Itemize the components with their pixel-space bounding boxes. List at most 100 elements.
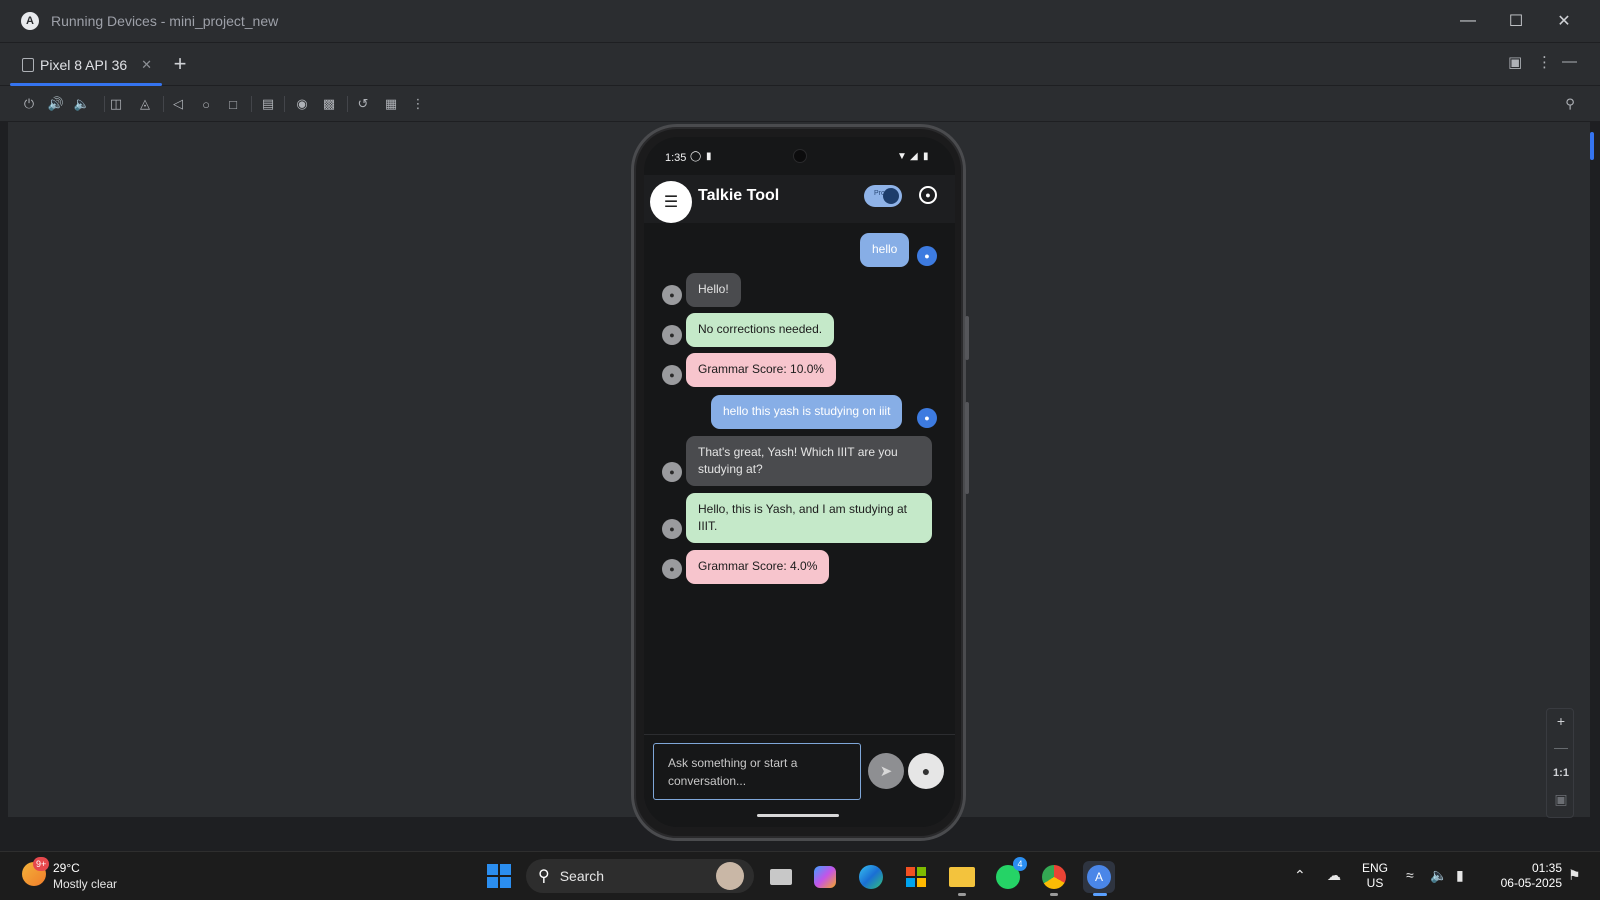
lang-top: ENG bbox=[1362, 861, 1389, 875]
taskbar-search[interactable]: ⚲ Search bbox=[526, 859, 754, 893]
clock-time: 01:35 bbox=[1531, 861, 1562, 875]
tab-label: Pixel 8 API 36 bbox=[40, 56, 128, 73]
hide-panel-icon[interactable]: — bbox=[1562, 53, 1577, 70]
wifi-icon[interactable]: ≈ bbox=[1406, 867, 1414, 883]
search-highlight-image bbox=[716, 862, 744, 890]
message-input[interactable]: Ask something or start a conversation... bbox=[653, 743, 861, 800]
signal-icon: ◢ bbox=[910, 151, 918, 162]
tab-pixel-8[interactable]: Pixel 8 API 36 ✕ bbox=[10, 43, 162, 86]
sim-icon: ▮ bbox=[706, 151, 712, 162]
lang-bottom: US bbox=[1366, 876, 1384, 890]
show-hidden-icons-icon[interactable]: ⌃ bbox=[1294, 867, 1306, 884]
correction-message: Hello, this is Yash, and I am studying a… bbox=[686, 493, 932, 543]
whatsapp-icon[interactable]: 4 bbox=[992, 857, 1027, 893]
zoom-out-icon[interactable]: — bbox=[1547, 735, 1575, 759]
file-explorer-icon[interactable] bbox=[946, 861, 978, 896]
menu-button[interactable]: ☰ bbox=[650, 181, 692, 223]
message-text: Grammar Score: 10.0% bbox=[698, 362, 825, 376]
message-text: No corrections needed. bbox=[698, 322, 823, 336]
zoom-in-icon[interactable]: + bbox=[1547, 709, 1575, 733]
window-title: Running Devices - mini_project_new bbox=[51, 13, 279, 29]
weather-desc[interactable]: Mostly clear bbox=[53, 877, 117, 891]
clock-date: 06-05-2025 bbox=[1500, 876, 1562, 890]
user-message: hello bbox=[860, 233, 910, 267]
bot-avatar-icon: ● bbox=[662, 462, 682, 482]
overview-icon[interactable]: □ bbox=[223, 94, 243, 114]
tab-close-icon[interactable]: ✕ bbox=[141, 57, 152, 73]
snapshot-icon[interactable]: ▦ bbox=[381, 94, 401, 114]
search-icon: ⚲ bbox=[538, 868, 550, 885]
gesture-home-indicator[interactable] bbox=[757, 814, 839, 817]
phone-volume-key[interactable] bbox=[965, 402, 969, 494]
input-placeholder: Ask something or start a conversation... bbox=[668, 756, 798, 788]
weather-badge: 9+ bbox=[33, 857, 50, 871]
send-icon[interactable]: ➤ bbox=[868, 753, 904, 789]
toolbar-divider bbox=[163, 96, 164, 112]
bot-avatar-icon: ● bbox=[662, 325, 682, 345]
emulator-toolbar: ⏻ 🔊 🔈 ◫ ◬ ◁ ○ □ ▤ ◉ ▩ ↺ ▦ ⋮ ⚲ bbox=[0, 86, 1600, 122]
layout-icon[interactable]: ▣ bbox=[1508, 53, 1522, 71]
fold-icon[interactable]: ▤ bbox=[258, 94, 278, 114]
weather-temp[interactable]: 29°C bbox=[53, 861, 80, 875]
speaker-icon[interactable]: 🔈 bbox=[1430, 867, 1447, 884]
more-vert-icon[interactable]: ⋮ bbox=[1537, 53, 1552, 71]
bot-message: Hello! bbox=[686, 273, 741, 307]
volume-up-icon[interactable]: 🔊 bbox=[46, 94, 66, 114]
minimize-button[interactable]: — bbox=[1444, 0, 1492, 42]
pro-toggle[interactable]: Pro bbox=[864, 185, 902, 207]
user-message: hello this yash is studying on iiit bbox=[711, 395, 903, 429]
device-screen[interactable]: 1:35 ◯ ▮ ▼ ◢ ▮ ☰ Talkie Tool Pro ● hello… bbox=[644, 137, 955, 827]
message-text: That's great, Yash! Which IIIT are you s… bbox=[698, 445, 898, 476]
title-bar: A Running Devices - mini_project_new — ☐… bbox=[0, 0, 1600, 42]
grammar-score-message: Grammar Score: 10.0% bbox=[686, 353, 837, 387]
store-icon[interactable] bbox=[900, 861, 932, 893]
bot-avatar-icon: ● bbox=[662, 365, 682, 385]
shield-icon: ◯ bbox=[690, 151, 702, 162]
toolbar-divider bbox=[284, 96, 285, 112]
chrome-icon[interactable] bbox=[1038, 861, 1070, 896]
reset-icon[interactable]: ↺ bbox=[353, 94, 373, 114]
correction-message: No corrections needed. bbox=[686, 313, 835, 347]
zoom-search-icon[interactable]: ⚲ bbox=[1560, 94, 1580, 114]
battery-icon[interactable]: ▮ bbox=[1456, 867, 1464, 884]
zoom-controls: + — 1:1 ▣ bbox=[1546, 708, 1574, 818]
app-title: Talkie Tool bbox=[698, 187, 780, 204]
more-options-icon[interactable]: ⋮ bbox=[408, 94, 428, 114]
edge-icon[interactable] bbox=[855, 861, 887, 893]
copilot-icon[interactable] bbox=[809, 861, 841, 893]
wifi-icon: ▼ bbox=[897, 151, 907, 162]
home-icon[interactable]: ○ bbox=[196, 94, 216, 114]
zoom-fit-icon[interactable]: ▣ bbox=[1547, 787, 1575, 811]
power-icon[interactable]: ⏻ bbox=[19, 94, 39, 114]
onedrive-icon[interactable]: ☁ bbox=[1327, 867, 1341, 884]
system-clock[interactable]: 01:35 06-05-2025 bbox=[1488, 861, 1562, 891]
android-studio-icon[interactable]: A bbox=[1083, 861, 1115, 896]
maximize-button[interactable]: ☐ bbox=[1492, 0, 1540, 42]
rotate-right-icon[interactable]: ◬ bbox=[135, 94, 155, 114]
back-icon[interactable]: ◁ bbox=[168, 94, 188, 114]
running-indicator bbox=[1050, 893, 1058, 896]
windows-start-icon[interactable] bbox=[487, 864, 511, 888]
add-device-button[interactable]: + bbox=[167, 51, 193, 77]
android-studio-logo-icon: A bbox=[21, 12, 39, 30]
user-avatar-icon: ● bbox=[917, 408, 937, 428]
device-tab-bar: Pixel 8 API 36 ✕ + ▣ ⋮ — bbox=[0, 42, 1600, 86]
input-language[interactable]: ENG US bbox=[1362, 861, 1388, 891]
message-text: Hello! bbox=[698, 282, 729, 296]
screen-record-icon[interactable]: ▩ bbox=[319, 94, 339, 114]
notifications-icon[interactable]: ⚑ bbox=[1568, 867, 1581, 884]
front-camera bbox=[793, 149, 807, 163]
task-view-icon[interactable] bbox=[765, 861, 797, 893]
mic-icon[interactable]: ● bbox=[908, 753, 944, 789]
close-button[interactable]: ✕ bbox=[1540, 0, 1588, 42]
toolbar-divider bbox=[104, 96, 105, 112]
running-indicator bbox=[958, 893, 966, 896]
rotate-left-icon[interactable]: ◫ bbox=[106, 94, 126, 114]
bot-message: That's great, Yash! Which IIIT are you s… bbox=[686, 436, 932, 486]
screenshot-icon[interactable]: ◉ bbox=[292, 94, 312, 114]
phone-power-key[interactable] bbox=[965, 316, 969, 360]
android-status-bar: 1:35 ◯ ▮ ▼ ◢ ▮ bbox=[644, 137, 955, 175]
volume-down-icon[interactable]: 🔈 bbox=[72, 94, 92, 114]
zoom-actual-size-button[interactable]: 1:1 bbox=[1547, 761, 1575, 785]
account-icon[interactable]: ● bbox=[919, 186, 937, 204]
